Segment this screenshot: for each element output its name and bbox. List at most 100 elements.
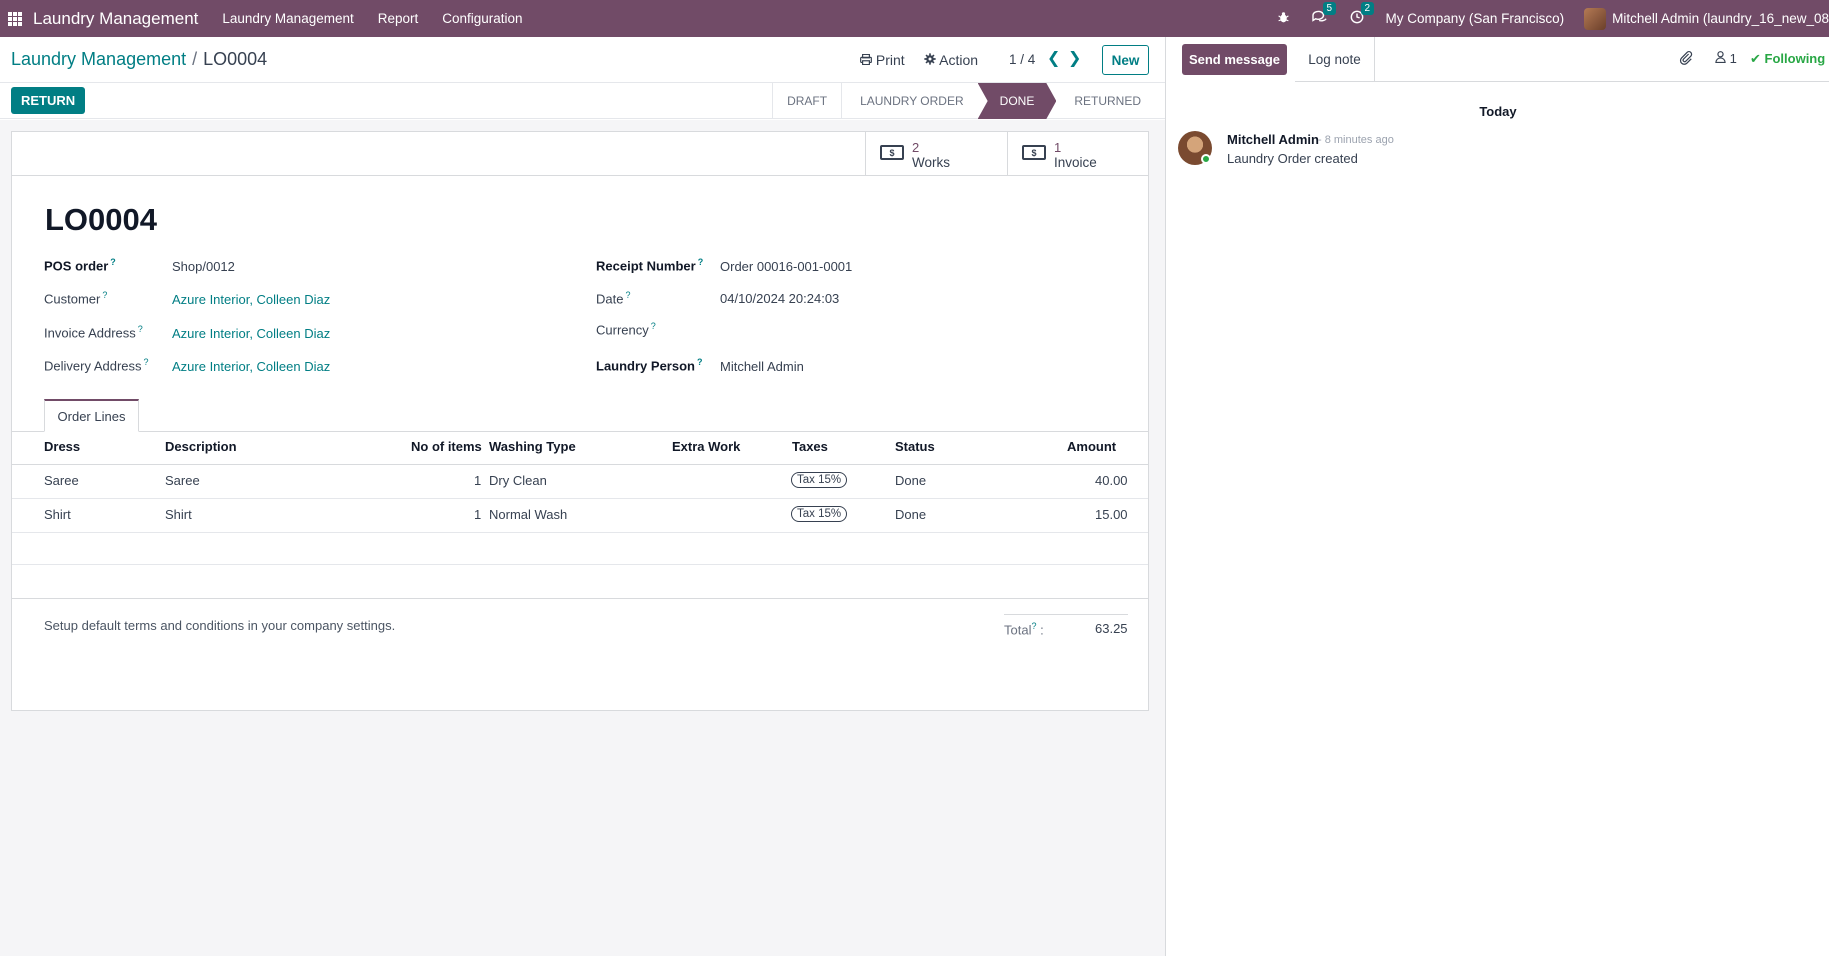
- user-icon: [1715, 51, 1730, 66]
- menu-configuration[interactable]: Configuration: [442, 11, 522, 26]
- total-divider: [1004, 614, 1128, 615]
- invoice-count: 1: [1054, 140, 1062, 155]
- works-label: Works: [912, 155, 951, 170]
- pager-next-icon[interactable]: ❯: [1068, 48, 1081, 68]
- total-value: 63.25: [1095, 621, 1128, 636]
- row2-amount[interactable]: 15.00: [1095, 507, 1128, 522]
- printer-icon: [860, 52, 876, 68]
- message-body: Laundry Order created: [1227, 151, 1358, 166]
- stage-draft[interactable]: DRAFT: [772, 83, 841, 119]
- date-label: Date?: [596, 290, 631, 307]
- row1-amount[interactable]: 40.00: [1095, 473, 1128, 488]
- app-brand[interactable]: Laundry Management: [33, 9, 198, 29]
- action-button[interactable]: Action: [924, 52, 978, 68]
- following-button[interactable]: ✔ Following: [1750, 51, 1825, 67]
- row2-tax-badge[interactable]: Tax 15%: [791, 506, 848, 522]
- paperclip-icon[interactable]: [1679, 50, 1693, 69]
- menu-report[interactable]: Report: [378, 11, 419, 26]
- works-smart-button[interactable]: $ 2 Works: [865, 132, 1007, 175]
- invoice-address-value[interactable]: Azure Interior, Colleen Diaz: [172, 326, 330, 341]
- top-navbar: Laundry Management Laundry Management Re…: [0, 0, 1829, 37]
- breadcrumb-parent-link[interactable]: Laundry Management: [11, 49, 186, 69]
- apps-menu-icon[interactable]: [8, 11, 22, 26]
- activities-count-badge: 2: [1360, 2, 1375, 15]
- debug-bug-icon[interactable]: [1277, 11, 1290, 27]
- column-amount[interactable]: Amount: [1067, 439, 1116, 454]
- activities-clock-icon[interactable]: 2: [1350, 2, 1375, 27]
- new-button[interactable]: New: [1102, 45, 1149, 75]
- invoice-smart-button[interactable]: $ 1 Invoice: [1007, 132, 1149, 175]
- column-washing-type[interactable]: Washing Type: [489, 439, 576, 454]
- row1-tax-badge[interactable]: Tax 15%: [791, 472, 848, 488]
- gear-icon: [924, 52, 939, 68]
- stage-pipeline: DRAFT LAUNDRY ORDER DONE RETURNED: [772, 83, 1155, 119]
- help-tooltip-icon[interactable]: ?: [1031, 621, 1036, 631]
- column-extra-work[interactable]: Extra Work: [672, 439, 740, 454]
- row1-description[interactable]: Saree: [165, 473, 200, 488]
- row1-status[interactable]: Done: [895, 473, 926, 488]
- followers-button[interactable]: 1: [1715, 51, 1737, 66]
- receipt-number-label: Receipt Number?: [596, 257, 704, 274]
- help-tooltip-icon[interactable]: ?: [651, 321, 656, 331]
- column-description[interactable]: Description: [165, 439, 237, 454]
- help-tooltip-icon[interactable]: ?: [138, 324, 143, 334]
- print-button[interactable]: Print: [860, 52, 905, 68]
- works-count: 2: [912, 140, 920, 155]
- delivery-address-value[interactable]: Azure Interior, Colleen Diaz: [172, 359, 330, 374]
- row2-status[interactable]: Done: [895, 507, 926, 522]
- row1-dress[interactable]: Saree: [44, 473, 79, 488]
- date-value[interactable]: 04/10/2024 20:24:03: [720, 291, 839, 306]
- column-no-of-items[interactable]: No of items: [411, 439, 482, 454]
- row2-washing-type[interactable]: Normal Wash: [489, 507, 567, 522]
- help-tooltip-icon[interactable]: ?: [102, 290, 107, 300]
- stage-done[interactable]: DONE: [978, 83, 1057, 119]
- total-label: Total? :: [1004, 621, 1044, 638]
- receipt-number-value[interactable]: Order 00016-001-0001: [720, 259, 852, 274]
- message-author[interactable]: Mitchell Admin: [1227, 132, 1319, 147]
- messages-count-badge: 5: [1322, 2, 1337, 15]
- help-tooltip-icon[interactable]: ?: [110, 257, 116, 267]
- menu-laundry-management[interactable]: Laundry Management: [222, 11, 353, 26]
- customer-value[interactable]: Azure Interior, Colleen Diaz: [172, 292, 330, 307]
- stage-returned[interactable]: RETURNED: [1056, 83, 1155, 119]
- help-tooltip-icon[interactable]: ?: [144, 357, 149, 367]
- action-label: Action: [939, 52, 979, 68]
- currency-label: Currency?: [596, 321, 656, 338]
- user-menu[interactable]: Mitchell Admin (laundry_16_new_08: [1612, 11, 1829, 26]
- user-avatar[interactable]: [1584, 7, 1607, 30]
- column-status[interactable]: Status: [895, 439, 935, 454]
- invoice-address-label: Invoice Address?: [44, 324, 143, 341]
- pager-previous-icon[interactable]: ❮: [1047, 48, 1060, 68]
- column-dress[interactable]: Dress: [44, 439, 80, 454]
- check-icon: ✔: [1750, 51, 1761, 66]
- tab-order-lines[interactable]: Order Lines: [44, 399, 139, 432]
- pos-order-value[interactable]: Shop/0012: [172, 259, 235, 274]
- date-separator: Today: [1479, 104, 1517, 119]
- stage-laundry-order[interactable]: LAUNDRY ORDER: [841, 83, 978, 119]
- laundry-person-value[interactable]: Mitchell Admin: [720, 359, 804, 374]
- messages-icon[interactable]: 5: [1311, 2, 1337, 27]
- row1-items[interactable]: 1: [474, 473, 481, 488]
- row-divider: [12, 532, 1148, 533]
- row2-items[interactable]: 1: [474, 507, 481, 522]
- message-time: - 8 minutes ago: [1318, 134, 1394, 146]
- help-tooltip-icon[interactable]: ?: [697, 357, 703, 367]
- breadcrumb: Laundry Management / LO0004: [11, 49, 267, 70]
- company-switcher[interactable]: My Company (San Francisco): [1386, 11, 1565, 26]
- customer-label: Customer?: [44, 290, 108, 307]
- row2-dress[interactable]: Shirt: [44, 507, 71, 522]
- breadcrumb-separator: /: [192, 49, 198, 69]
- money-icon: $: [1022, 145, 1046, 160]
- row1-washing-type[interactable]: Dry Clean: [489, 473, 547, 488]
- help-tooltip-icon[interactable]: ?: [625, 290, 630, 300]
- row2-description[interactable]: Shirt: [165, 507, 192, 522]
- pager-value[interactable]: 1 / 4: [1009, 52, 1035, 67]
- log-note-button[interactable]: Log note: [1295, 37, 1375, 82]
- help-tooltip-icon[interactable]: ?: [698, 257, 704, 267]
- control-panel: Laundry Management / LO0004 Print Action 1…: [0, 37, 1165, 83]
- send-message-button[interactable]: Send message: [1182, 44, 1287, 75]
- return-button[interactable]: RETURN: [11, 87, 86, 114]
- column-taxes[interactable]: Taxes: [792, 439, 828, 454]
- form-sheet: $ 2 Works $ 1 Invoice LO0004 POS order? …: [11, 131, 1149, 711]
- status-bar: RETURN DRAFT LAUNDRY ORDER DONE RETURNED: [0, 83, 1165, 119]
